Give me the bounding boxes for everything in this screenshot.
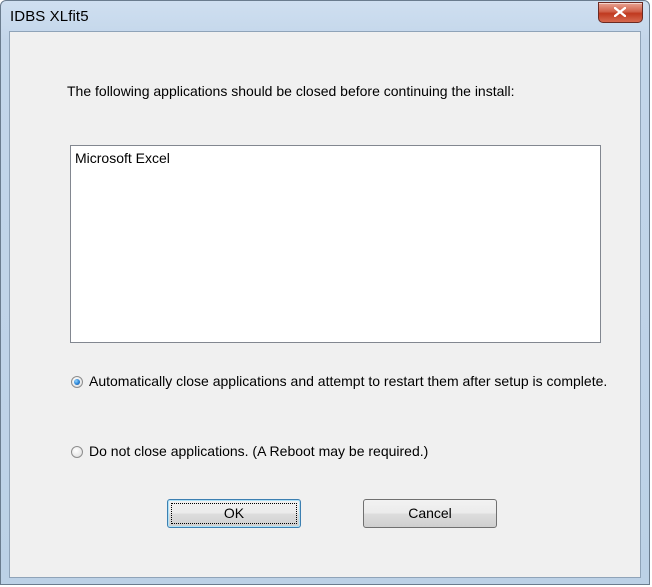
cancel-button-label: Cancel [408, 505, 452, 521]
do-not-close-label[interactable]: Do not close applications. (A Reboot may… [89, 443, 609, 460]
auto-close-radio[interactable] [71, 376, 83, 388]
title-bar[interactable]: IDBS XLfit5 [1, 1, 649, 31]
applications-list[interactable]: Microsoft Excel [70, 145, 601, 343]
message-text: The following applications should be clo… [67, 83, 515, 99]
list-item[interactable]: Microsoft Excel [75, 149, 596, 168]
close-button[interactable] [598, 2, 643, 23]
do-not-close-radio[interactable] [71, 446, 83, 458]
focus-ring [171, 503, 297, 524]
dialog-window: IDBS XLfit5 The following applications s… [0, 0, 650, 585]
dialog-body: The following applications should be clo… [9, 31, 641, 578]
auto-close-option[interactable]: Automatically close applications and att… [71, 373, 611, 413]
auto-close-label[interactable]: Automatically close applications and att… [89, 373, 609, 390]
window-title: IDBS XLfit5 [10, 8, 89, 25]
close-icon [614, 7, 626, 17]
do-not-close-option[interactable]: Do not close applications. (A Reboot may… [71, 443, 521, 463]
cancel-button[interactable]: Cancel [363, 499, 497, 528]
ok-button[interactable]: OK [167, 499, 301, 528]
